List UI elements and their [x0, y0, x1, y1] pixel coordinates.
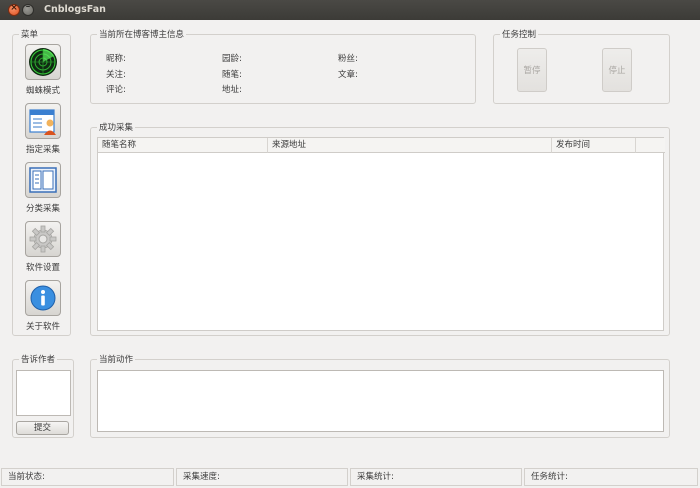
minimize-icon: – — [25, 2, 31, 12]
menu-item-settings[interactable]: 软件设置 — [13, 221, 73, 273]
close-icon: × — [10, 3, 18, 13]
category-list-icon — [25, 162, 61, 198]
menu-item-targeted-collect-label: 指定采集 — [25, 145, 60, 155]
column-header-source-url[interactable]: 来源地址 — [268, 138, 552, 153]
stop-button[interactable]: 停止 — [602, 48, 632, 92]
window-title: CnblogsFan — [44, 4, 106, 15]
essays-label: 随笔: — [222, 70, 242, 80]
status-current-state: 当前状态: — [1, 468, 174, 486]
menu-item-about-label: 关于软件 — [25, 322, 60, 332]
blogger-info-title: 当前所在博客博主信息 — [97, 28, 187, 40]
menu-panel-title: 菜单 — [19, 28, 41, 40]
minimize-window-button[interactable]: – — [22, 2, 34, 16]
menu-item-category-collect[interactable]: 分类采集 — [13, 162, 73, 214]
status-collect-speed: 采集速度: — [176, 468, 348, 486]
column-header-essay-name[interactable]: 随笔名称 — [98, 138, 268, 153]
menu-item-settings-label: 软件设置 — [25, 263, 60, 273]
feedback-panel: 告诉作者 提交 — [12, 353, 74, 438]
collected-title: 成功采集 — [97, 121, 136, 133]
nickname-label: 昵称: — [106, 54, 126, 64]
fans-label: 粉丝: — [338, 54, 358, 64]
menu-item-targeted-collect[interactable]: 指定采集 — [13, 103, 73, 155]
current-action-panel: 当前动作 — [90, 353, 670, 438]
current-action-title: 当前动作 — [97, 353, 136, 365]
status-bar: 当前状态: 采集速度: 采集统计: 任务统计: — [0, 466, 700, 488]
blog-age-label: 园龄: — [222, 54, 242, 64]
menu-item-spider-mode[interactable]: 蜘蛛模式 — [13, 44, 73, 96]
gear-icon — [25, 221, 61, 257]
status-collect-stats: 采集统计: — [350, 468, 522, 486]
menu-panel: 菜单 蜘蛛模式 指定采集 分类采集 软件设置 关于软件 — [12, 28, 73, 336]
close-window-button[interactable]: × — [8, 3, 20, 16]
column-header-publish-time[interactable]: 发布时间 — [552, 138, 636, 153]
feedback-input[interactable] — [16, 370, 71, 416]
task-control-title: 任务控制 — [500, 28, 539, 40]
results-table[interactable]: 随笔名称 来源地址 发布时间 — [97, 137, 665, 331]
submit-button[interactable]: 提交 — [16, 421, 69, 435]
menu-item-spider-mode-label: 蜘蛛模式 — [25, 86, 60, 96]
status-task-stats: 任务统计: — [524, 468, 698, 486]
comments-label: 评论: — [106, 85, 126, 95]
title-bar: × – CnblogsFan — [0, 0, 700, 20]
blogger-info-panel: 当前所在博客博主信息 昵称: 园龄: 粉丝: 关注: 随笔: 文章: 评论: 地… — [90, 28, 476, 104]
column-header-filler — [636, 138, 665, 153]
pause-button[interactable]: 暂停 — [517, 48, 547, 92]
menu-item-about[interactable]: 关于软件 — [13, 280, 73, 332]
menu-item-category-collect-label: 分类采集 — [25, 204, 60, 214]
info-icon — [25, 280, 61, 316]
collected-panel: 成功采集 随笔名称 来源地址 发布时间 — [90, 121, 670, 336]
feedback-title: 告诉作者 — [19, 353, 58, 365]
user-form-icon — [25, 103, 61, 139]
radar-icon — [25, 44, 61, 80]
task-control-panel: 任务控制 暂停 停止 — [493, 28, 670, 104]
articles-label: 文章: — [338, 70, 358, 80]
address-label: 地址: — [222, 85, 242, 95]
follow-label: 关注: — [106, 70, 126, 80]
current-action-log[interactable] — [97, 370, 664, 432]
